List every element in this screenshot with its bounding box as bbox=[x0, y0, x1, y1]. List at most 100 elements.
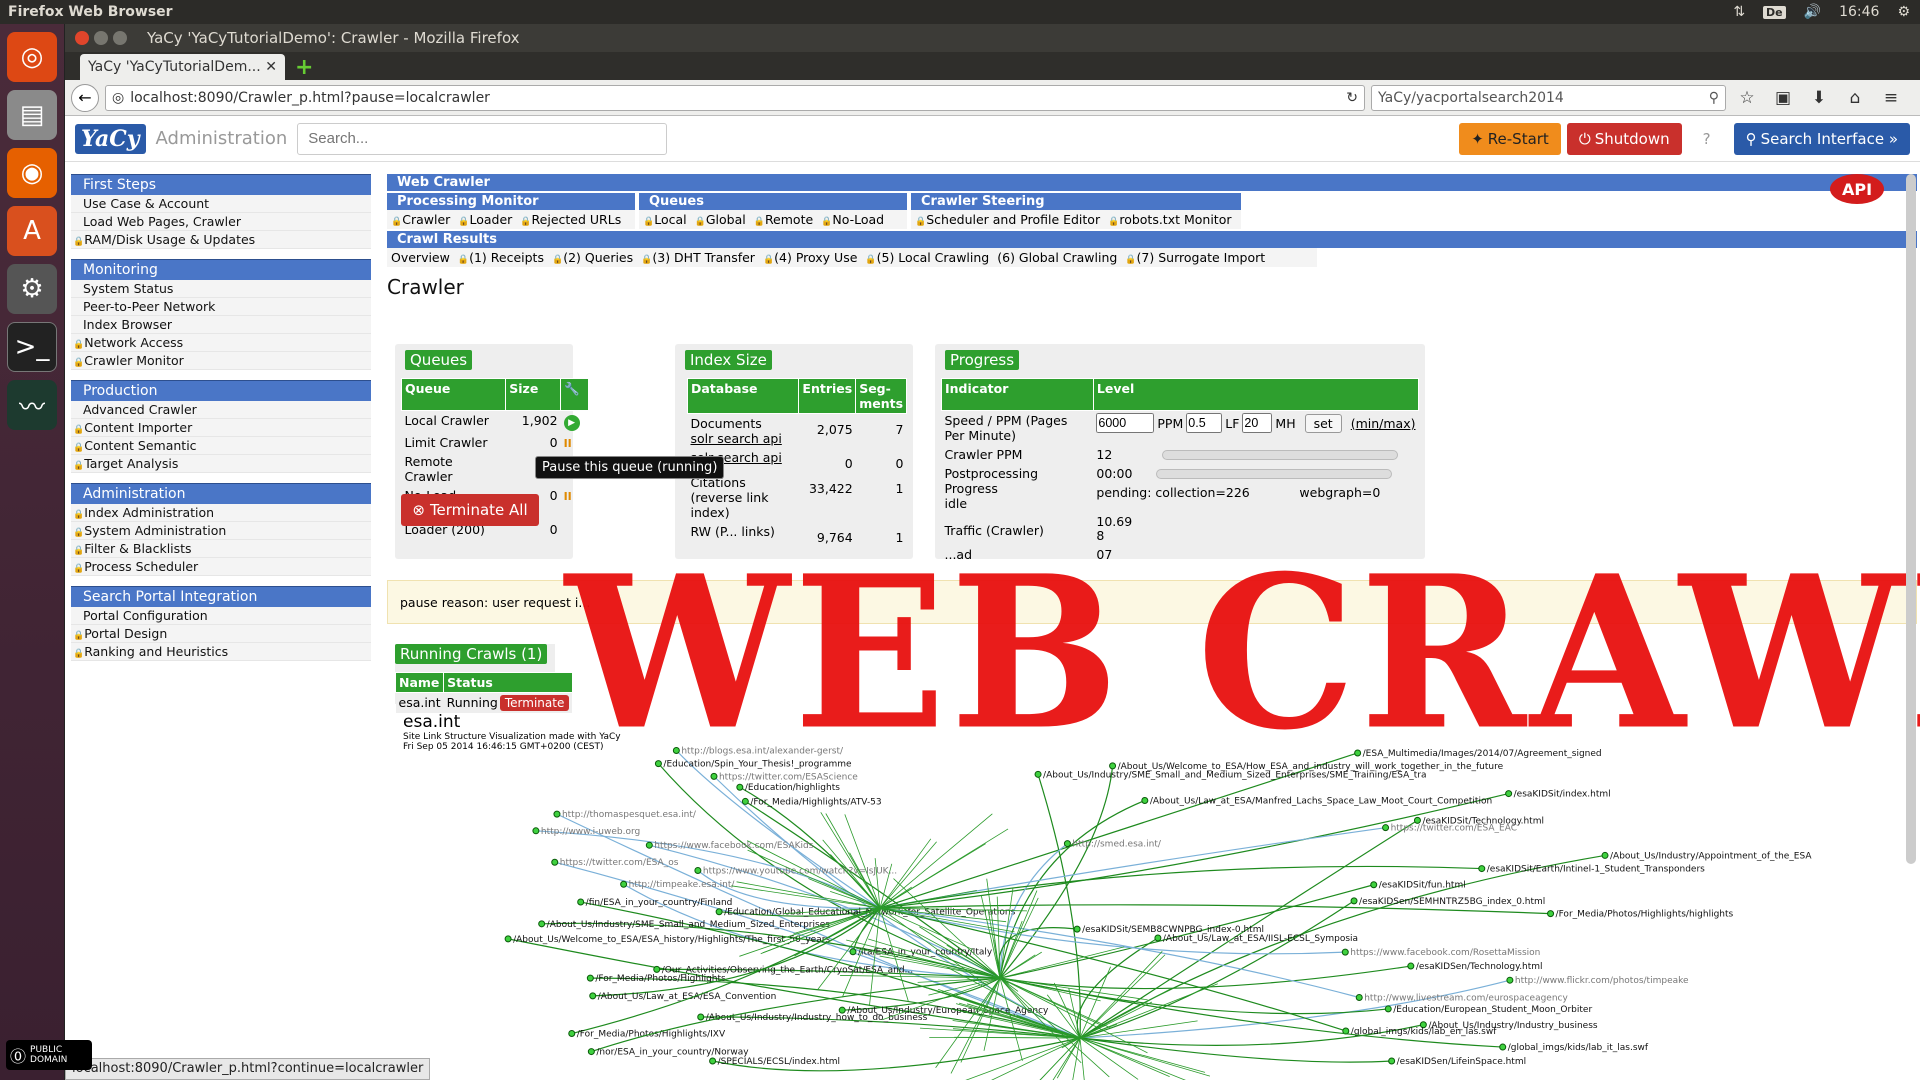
help-button[interactable]: ? bbox=[1689, 122, 1724, 155]
graph-node[interactable] bbox=[1601, 851, 1609, 859]
restart-button[interactable]: ✦ Re-Start bbox=[1459, 122, 1561, 155]
graph-node[interactable] bbox=[1341, 948, 1349, 956]
bookmarks-icon[interactable]: ▣ bbox=[1768, 88, 1798, 108]
graph-node[interactable] bbox=[1073, 925, 1081, 933]
graph-node[interactable] bbox=[1382, 824, 1390, 832]
graph-node[interactable] bbox=[1388, 1057, 1396, 1065]
nav-link[interactable]: 🔒Loader bbox=[458, 212, 512, 227]
nav-link[interactable]: 🔒No-Load bbox=[821, 212, 884, 227]
maximize-window-button[interactable] bbox=[113, 31, 127, 45]
graph-node[interactable] bbox=[697, 1013, 705, 1021]
terminate-crawl-button[interactable]: Terminate bbox=[499, 695, 570, 711]
graph-node[interactable] bbox=[577, 898, 585, 906]
graph-node[interactable] bbox=[645, 841, 653, 849]
graph-node[interactable] bbox=[694, 867, 702, 875]
yacy-search-input[interactable] bbox=[297, 122, 668, 155]
terminate-all-button[interactable]: ⊗ Terminate All bbox=[401, 494, 539, 526]
search-interface-button[interactable]: ⚲ Search Interface » bbox=[1733, 122, 1910, 155]
page-scrollbar[interactable] bbox=[1906, 174, 1916, 864]
graph-node[interactable] bbox=[568, 1030, 576, 1038]
home-icon[interactable]: ⌂ bbox=[1840, 88, 1870, 108]
nav-link[interactable]: 🔒(2) Queries bbox=[552, 250, 633, 265]
ubuntu-dash-icon[interactable]: ◎ bbox=[7, 32, 57, 82]
nav-link[interactable]: (6) Global Crawling bbox=[997, 250, 1117, 265]
graph-node[interactable] bbox=[587, 1048, 595, 1056]
graph-node[interactable] bbox=[1355, 993, 1363, 1001]
sidebar-item[interactable]: 🔒Crawler Monitor bbox=[71, 352, 371, 370]
graph-node[interactable] bbox=[620, 880, 628, 888]
nav-link[interactable]: 🔒robots.txt Monitor bbox=[1108, 212, 1231, 227]
graph-node[interactable] bbox=[1407, 962, 1415, 970]
pause-icon[interactable]: II bbox=[564, 490, 572, 503]
close-window-button[interactable] bbox=[75, 31, 89, 45]
sidebar-item[interactable]: Load Web Pages, Crawler bbox=[71, 213, 371, 231]
sidebar-item[interactable]: 🔒RAM/Disk Usage & Updates bbox=[71, 231, 371, 249]
graph-node[interactable] bbox=[849, 948, 857, 956]
sidebar-item[interactable]: 🔒Target Analysis bbox=[71, 455, 371, 473]
sidebar-item[interactable]: 🔒Filter & Blacklists bbox=[71, 540, 371, 558]
graph-node[interactable] bbox=[538, 920, 546, 928]
nav-link[interactable]: 🔒Local bbox=[643, 212, 687, 227]
graph-node[interactable] bbox=[1413, 816, 1421, 824]
search-bar[interactable]: YaCy/yacportalsearch2014 ⚲ bbox=[1371, 84, 1726, 111]
solr-search-api-link[interactable]: solr search api bbox=[691, 431, 796, 446]
settings-icon[interactable]: ⚙ bbox=[7, 264, 57, 314]
graph-node[interactable] bbox=[741, 797, 749, 805]
graph-node[interactable] bbox=[709, 1057, 717, 1065]
sidebar-item[interactable]: 🔒Index Administration bbox=[71, 504, 371, 522]
yacy-logo[interactable]: YaCy bbox=[75, 123, 146, 154]
nav-link[interactable]: 🔒(5) Local Crawling bbox=[865, 250, 989, 265]
new-tab-button[interactable]: + bbox=[285, 55, 323, 80]
nav-link[interactable]: 🔒(3) DHT Transfer bbox=[641, 250, 755, 265]
menu-icon[interactable]: ≡ bbox=[1876, 88, 1906, 108]
graph-node[interactable] bbox=[1384, 1005, 1392, 1013]
graph-node[interactable] bbox=[715, 908, 723, 916]
nav-link[interactable]: Overview bbox=[391, 250, 450, 265]
graph-node[interactable] bbox=[551, 858, 559, 866]
lf-input[interactable] bbox=[1186, 413, 1223, 433]
graph-node[interactable] bbox=[1547, 910, 1555, 918]
nav-link[interactable]: 🔒Crawler bbox=[391, 212, 450, 227]
graph-node[interactable] bbox=[736, 783, 744, 791]
graph-node[interactable] bbox=[1350, 897, 1358, 905]
sidebar-item[interactable]: Index Browser bbox=[71, 316, 371, 334]
graph-node[interactable] bbox=[1154, 934, 1162, 942]
nav-link[interactable]: 🔒Global bbox=[695, 212, 746, 227]
browser-tab[interactable]: YaCy 'YaCyTutorialDem... ✕ bbox=[80, 54, 285, 80]
sidebar-item[interactable]: 🔒Network Access bbox=[71, 334, 371, 352]
sidebar-item[interactable]: 🔒Process Scheduler bbox=[71, 558, 371, 576]
sidebar-item[interactable]: Peer-to-Peer Network bbox=[71, 298, 371, 316]
set-button[interactable]: set bbox=[1304, 413, 1342, 433]
nav-link[interactable]: 🔒(7) Surrogate Import bbox=[1125, 250, 1265, 265]
sidebar-item[interactable]: 🔒Ranking and Heuristics bbox=[71, 643, 371, 661]
minmax-link[interactable]: (min/max) bbox=[1351, 416, 1416, 431]
clock[interactable]: 16:46 bbox=[1839, 4, 1879, 20]
firefox-icon[interactable]: ◉ bbox=[7, 148, 57, 198]
download-icon[interactable]: ⬇ bbox=[1804, 88, 1834, 108]
nav-link[interactable]: 🔒Remote bbox=[754, 212, 813, 227]
shutdown-button[interactable]: ⏻ Shutdown bbox=[1566, 122, 1682, 155]
sidebar-item[interactable]: System Status bbox=[71, 280, 371, 298]
nav-link[interactable]: 🔒(4) Proxy Use bbox=[763, 250, 857, 265]
graph-node[interactable] bbox=[532, 827, 540, 835]
keyboard-layout-indicator[interactable]: De bbox=[1763, 5, 1786, 19]
graph-node[interactable] bbox=[1499, 1043, 1507, 1051]
url-bar[interactable]: ◎ localhost:8090/Crawler_p.html?pause=lo… bbox=[105, 84, 1365, 111]
sidebar-item[interactable]: Use Case & Account bbox=[71, 195, 371, 213]
sidebar-item[interactable]: 🔒Content Semantic bbox=[71, 437, 371, 455]
sidebar-item[interactable]: Advanced Crawler bbox=[71, 401, 371, 419]
nav-link[interactable]: 🔒Rejected URLs bbox=[520, 212, 621, 227]
speed-input[interactable] bbox=[1096, 413, 1155, 433]
graph-node[interactable] bbox=[553, 810, 561, 818]
volume-icon[interactable]: 🔊 bbox=[1804, 4, 1821, 20]
pause-queue-icon[interactable]: ▶ bbox=[563, 415, 580, 431]
graph-node[interactable] bbox=[504, 935, 512, 943]
nav-link[interactable]: 🔒Scheduler and Profile Editor bbox=[915, 212, 1100, 227]
gear-icon[interactable]: ⚙ bbox=[1897, 4, 1910, 20]
graph-node[interactable] bbox=[1370, 881, 1378, 889]
nav-link[interactable]: 🔒(1) Receipts bbox=[458, 250, 544, 265]
api-badge[interactable]: API bbox=[1830, 174, 1884, 204]
close-tab-icon[interactable]: ✕ bbox=[265, 59, 277, 75]
graph-node[interactable] bbox=[586, 974, 594, 982]
system-monitor-icon[interactable]: 〰 bbox=[7, 380, 57, 430]
